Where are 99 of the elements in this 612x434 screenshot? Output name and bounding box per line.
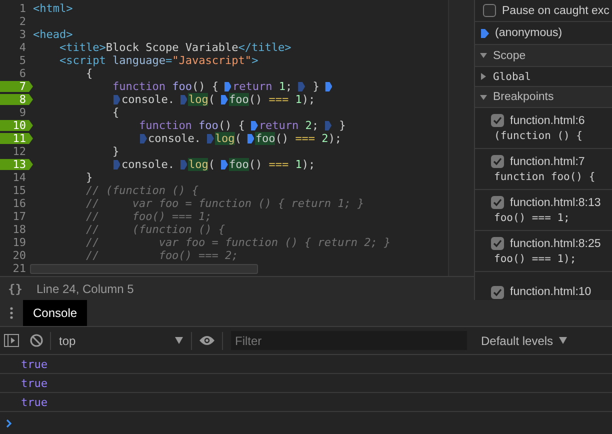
breakpoint-snippet: function foo() { — [493, 171, 596, 183]
breakpoint-marker-icon[interactable] — [140, 134, 147, 144]
caret-icon — [175, 337, 183, 344]
code-text: foo() === 1); — [228, 158, 316, 171]
caret-icon — [559, 337, 568, 344]
breakpoint-marker-icon[interactable] — [250, 120, 258, 130]
breakpoint-marker-icon[interactable] — [180, 160, 188, 170]
checkbox[interactable] — [491, 114, 504, 127]
line-number[interactable]: 3 — [0, 28, 26, 41]
code-text: // foo() === 2; — [86, 249, 238, 262]
code-text: return 2; — [258, 119, 319, 132]
code-text: { — [112, 106, 120, 119]
log-levels-dropdown[interactable]: Default levels — [475, 332, 574, 348]
code-text: <script language="Javascript"> — [59, 54, 258, 67]
breakpoint-marker-icon[interactable] — [113, 160, 120, 170]
code-text: } — [339, 119, 346, 132]
breakpoint-marker-icon[interactable] — [220, 94, 228, 104]
breakpoint-marker-icon[interactable] — [206, 134, 214, 144]
code-text: } — [312, 80, 320, 93]
checkbox[interactable] — [491, 237, 504, 250]
code-text: <title>Block Scope Variable</title> — [59, 41, 292, 54]
console-tab[interactable]: Console — [23, 300, 88, 326]
breakpoint-snippet: foo() === 1; — [493, 212, 571, 224]
code-text: <html> — [33, 2, 73, 15]
checkbox[interactable] — [491, 155, 504, 168]
code-text: foo() === 1); — [228, 93, 316, 106]
code-text: function foo() { — [112, 80, 218, 93]
code-text: // var foo = function () { return 1; } — [86, 197, 364, 210]
breakpoint-line-number[interactable]: 8 — [0, 93, 33, 106]
breakpoint-marker-icon[interactable] — [220, 160, 228, 170]
breakpoint-snippet: (function () { — [493, 130, 584, 142]
checkbox[interactable] — [491, 196, 504, 209]
breakpoint-marker-icon[interactable] — [247, 134, 254, 144]
breakpoint-location[interactable]: function.html:7 — [510, 156, 585, 168]
breakpoint-snippet: foo() === 1); — [493, 253, 578, 265]
checkbox[interactable] — [491, 286, 504, 298]
context-select[interactable]: top — [51, 327, 191, 354]
code-text: log( — [188, 158, 215, 171]
line-number[interactable]: 16 — [0, 197, 26, 210]
line-number[interactable]: 4 — [0, 41, 26, 54]
line-number[interactable]: 1 — [0, 2, 26, 15]
line-number[interactable]: 20 — [0, 249, 26, 262]
breakpoint-marker-icon[interactable] — [180, 94, 188, 104]
line-number[interactable]: 6 — [0, 67, 26, 80]
breakpoint-marker-icon[interactable] — [224, 82, 232, 92]
format-button[interactable]: {} — [8, 282, 22, 296]
code-text: // var foo = function () { return 2; } — [86, 236, 391, 249]
breakpoint-location[interactable]: function.html:8:25 — [510, 238, 601, 250]
code-text: <head> — [33, 28, 73, 41]
scrollbar-thumb[interactable] — [30, 264, 258, 274]
code-text: // (function () { — [86, 184, 199, 197]
breakpoint-location[interactable]: function.html:10 — [510, 286, 592, 298]
line-number[interactable]: 17 — [0, 210, 26, 223]
checkbox[interactable] — [483, 4, 496, 17]
breakpoint-marker-icon[interactable] — [324, 120, 332, 130]
code-text: function foo() { — [138, 119, 245, 132]
call-frame[interactable]: (anonymous) — [495, 27, 562, 39]
console-message: true — [21, 396, 48, 408]
code-text: { — [86, 67, 93, 80]
code-text: log( — [188, 93, 215, 106]
line-number[interactable]: 9 — [0, 106, 26, 119]
code-text: foo() === 2); — [255, 132, 342, 145]
line-number[interactable]: 18 — [0, 223, 26, 236]
expand-triangle-icon[interactable] — [480, 73, 487, 80]
scope-item[interactable]: Global — [493, 70, 531, 82]
console-message: true — [21, 358, 48, 370]
line-number[interactable]: 12 — [0, 145, 26, 158]
code-text: console. — [148, 132, 201, 145]
line-number[interactable]: 2 — [0, 15, 26, 28]
breakpoint-marker-icon[interactable] — [113, 94, 120, 104]
breakpoint-marker-icon[interactable] — [298, 82, 306, 92]
breakpoint-line-number[interactable]: 11 — [0, 132, 33, 145]
cursor-position: Line 24, Column 5 — [36, 282, 134, 296]
pause-option-label: Pause on caught exc — [502, 4, 610, 16]
breakpoint-line-number[interactable]: 13 — [0, 158, 33, 171]
filter-field[interactable]: Filter — [231, 331, 467, 350]
breakpoint-line-number[interactable]: 7 — [0, 80, 33, 93]
line-number[interactable]: 14 — [0, 171, 26, 184]
line-number[interactable]: 5 — [0, 54, 26, 67]
line-number[interactable]: 15 — [0, 184, 26, 197]
code-text: log( — [214, 132, 242, 145]
line-number[interactable]: 19 — [0, 236, 26, 249]
code-text: console. — [121, 158, 174, 171]
breakpoint-location[interactable]: function.html:8:13 — [510, 196, 601, 208]
code-text: return 1; — [232, 80, 292, 93]
breakpoint-marker-icon[interactable] — [325, 82, 332, 92]
expand-triangle-icon[interactable] — [480, 94, 487, 100]
code-text: } — [112, 145, 120, 158]
breakpoint-line-number[interactable]: 10 — [0, 119, 33, 132]
code-text: console. — [121, 93, 174, 106]
scope-header[interactable]: Scope — [493, 50, 526, 62]
console-message: true — [21, 376, 48, 390]
expand-triangle-icon[interactable] — [480, 52, 487, 59]
breakpoint-location[interactable]: function.html:6 — [510, 114, 585, 126]
line-number[interactable]: 21 — [0, 262, 26, 275]
code-text: } — [86, 171, 93, 184]
code-text: // foo() === 1; — [86, 210, 212, 223]
code-text: // (function () { — [86, 223, 226, 236]
prompt-chevron-icon[interactable] — [6, 418, 12, 428]
